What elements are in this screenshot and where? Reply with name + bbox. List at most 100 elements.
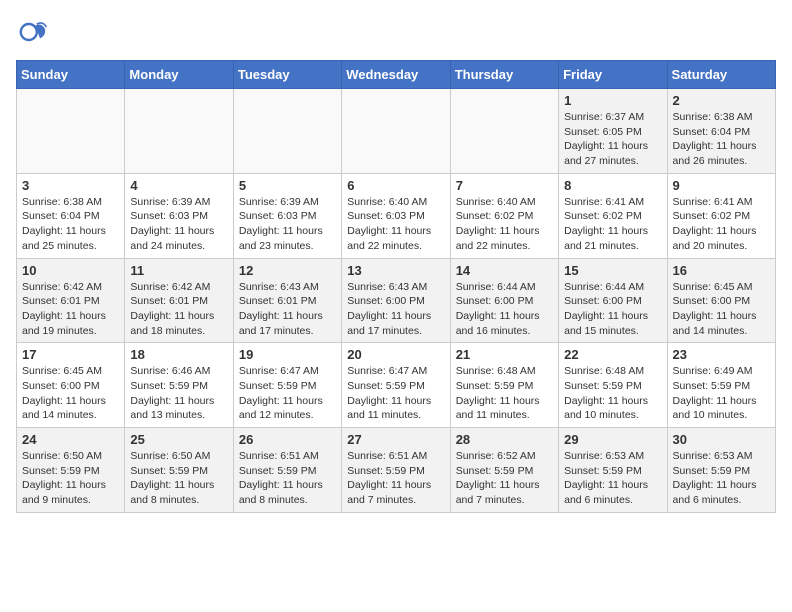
day-number: 11 — [130, 263, 227, 278]
calendar-cell: 13 Sunrise: 6:43 AM Sunset: 6:00 PM Dayli… — [342, 258, 450, 343]
day-number: 1 — [564, 93, 661, 108]
calendar-cell: 21 Sunrise: 6:48 AM Sunset: 5:59 PM Dayli… — [450, 343, 558, 428]
day-info: Sunrise: 6:53 AM Sunset: 5:59 PM Dayligh… — [673, 449, 770, 508]
header-sunday: Sunday — [17, 61, 125, 89]
calendar-week-4: 24 Sunrise: 6:50 AM Sunset: 5:59 PM Dayli… — [17, 428, 776, 513]
day-info: Sunrise: 6:47 AM Sunset: 5:59 PM Dayligh… — [239, 364, 336, 423]
calendar-cell: 5 Sunrise: 6:39 AM Sunset: 6:03 PM Daylig… — [233, 173, 341, 258]
calendar-cell: 7 Sunrise: 6:40 AM Sunset: 6:02 PM Daylig… — [450, 173, 558, 258]
day-number: 14 — [456, 263, 553, 278]
logo — [16, 16, 52, 48]
day-info: Sunrise: 6:45 AM Sunset: 6:00 PM Dayligh… — [673, 280, 770, 339]
calendar-cell: 11 Sunrise: 6:42 AM Sunset: 6:01 PM Dayli… — [125, 258, 233, 343]
day-info: Sunrise: 6:38 AM Sunset: 6:04 PM Dayligh… — [22, 195, 119, 254]
logo-icon — [16, 16, 48, 48]
day-info: Sunrise: 6:41 AM Sunset: 6:02 PM Dayligh… — [673, 195, 770, 254]
day-info: Sunrise: 6:37 AM Sunset: 6:05 PM Dayligh… — [564, 110, 661, 169]
day-number: 3 — [22, 178, 119, 193]
day-number: 15 — [564, 263, 661, 278]
day-info: Sunrise: 6:49 AM Sunset: 5:59 PM Dayligh… — [673, 364, 770, 423]
day-info: Sunrise: 6:45 AM Sunset: 6:00 PM Dayligh… — [22, 364, 119, 423]
calendar-cell: 16 Sunrise: 6:45 AM Sunset: 6:00 PM Dayli… — [667, 258, 775, 343]
header-tuesday: Tuesday — [233, 61, 341, 89]
calendar-cell: 26 Sunrise: 6:51 AM Sunset: 5:59 PM Dayli… — [233, 428, 341, 513]
day-info: Sunrise: 6:39 AM Sunset: 6:03 PM Dayligh… — [130, 195, 227, 254]
day-number: 13 — [347, 263, 444, 278]
day-info: Sunrise: 6:48 AM Sunset: 5:59 PM Dayligh… — [564, 364, 661, 423]
day-info: Sunrise: 6:38 AM Sunset: 6:04 PM Dayligh… — [673, 110, 770, 169]
calendar-cell: 10Sunrise: 6:42 AM Sunset: 6:01 PM Dayli… — [17, 258, 125, 343]
calendar-cell: 17Sunrise: 6:45 AM Sunset: 6:00 PM Dayli… — [17, 343, 125, 428]
day-number: 23 — [673, 347, 770, 362]
calendar-cell: 19 Sunrise: 6:47 AM Sunset: 5:59 PM Dayli… — [233, 343, 341, 428]
day-number: 12 — [239, 263, 336, 278]
day-info: Sunrise: 6:47 AM Sunset: 5:59 PM Dayligh… — [347, 364, 444, 423]
calendar-header-row: SundayMondayTuesdayWednesdayThursdayFrid… — [17, 61, 776, 89]
calendar-week-1: 3 Sunrise: 6:38 AM Sunset: 6:04 PM Daylig… — [17, 173, 776, 258]
day-info: Sunrise: 6:48 AM Sunset: 5:59 PM Dayligh… — [456, 364, 553, 423]
day-number: 24 — [22, 432, 119, 447]
day-info: Sunrise: 6:39 AM Sunset: 6:03 PM Dayligh… — [239, 195, 336, 254]
header-friday: Friday — [559, 61, 667, 89]
calendar-cell: 27 Sunrise: 6:51 AM Sunset: 5:59 PM Dayli… — [342, 428, 450, 513]
day-number: 5 — [239, 178, 336, 193]
day-number: 25 — [130, 432, 227, 447]
day-number: 20 — [347, 347, 444, 362]
day-info: Sunrise: 6:51 AM Sunset: 5:59 PM Dayligh… — [239, 449, 336, 508]
calendar-cell: 22 Sunrise: 6:48 AM Sunset: 5:59 PM Dayli… — [559, 343, 667, 428]
day-number: 30 — [673, 432, 770, 447]
calendar-cell: 25 Sunrise: 6:50 AM Sunset: 5:59 PM Dayli… — [125, 428, 233, 513]
day-info: Sunrise: 6:42 AM Sunset: 6:01 PM Dayligh… — [22, 280, 119, 339]
calendar-cell: 9 Sunrise: 6:41 AM Sunset: 6:02 PM Daylig… — [667, 173, 775, 258]
calendar-cell: 3 Sunrise: 6:38 AM Sunset: 6:04 PM Daylig… — [17, 173, 125, 258]
calendar-cell — [450, 89, 558, 174]
day-info: Sunrise: 6:43 AM Sunset: 6:01 PM Dayligh… — [239, 280, 336, 339]
calendar-table: SundayMondayTuesdayWednesdayThursdayFrid… — [16, 60, 776, 513]
calendar-cell: 15 Sunrise: 6:44 AM Sunset: 6:00 PM Dayli… — [559, 258, 667, 343]
day-number: 9 — [673, 178, 770, 193]
day-number: 2 — [673, 93, 770, 108]
day-number: 4 — [130, 178, 227, 193]
calendar-cell: 2 Sunrise: 6:38 AM Sunset: 6:04 PM Daylig… — [667, 89, 775, 174]
calendar-cell: 23 Sunrise: 6:49 AM Sunset: 5:59 PM Dayli… — [667, 343, 775, 428]
day-info: Sunrise: 6:42 AM Sunset: 6:01 PM Dayligh… — [130, 280, 227, 339]
page-header — [16, 16, 776, 48]
calendar-week-0: 1 Sunrise: 6:37 AM Sunset: 6:05 PM Daylig… — [17, 89, 776, 174]
day-info: Sunrise: 6:46 AM Sunset: 5:59 PM Dayligh… — [130, 364, 227, 423]
calendar-cell — [233, 89, 341, 174]
day-number: 21 — [456, 347, 553, 362]
calendar-week-3: 17Sunrise: 6:45 AM Sunset: 6:00 PM Dayli… — [17, 343, 776, 428]
day-number: 18 — [130, 347, 227, 362]
day-number: 8 — [564, 178, 661, 193]
day-info: Sunrise: 6:51 AM Sunset: 5:59 PM Dayligh… — [347, 449, 444, 508]
calendar-cell: 18 Sunrise: 6:46 AM Sunset: 5:59 PM Dayli… — [125, 343, 233, 428]
day-number: 7 — [456, 178, 553, 193]
day-number: 27 — [347, 432, 444, 447]
day-number: 19 — [239, 347, 336, 362]
calendar-cell: 24Sunrise: 6:50 AM Sunset: 5:59 PM Dayli… — [17, 428, 125, 513]
header-monday: Monday — [125, 61, 233, 89]
day-info: Sunrise: 6:43 AM Sunset: 6:00 PM Dayligh… — [347, 280, 444, 339]
day-info: Sunrise: 6:44 AM Sunset: 6:00 PM Dayligh… — [564, 280, 661, 339]
day-number: 6 — [347, 178, 444, 193]
header-saturday: Saturday — [667, 61, 775, 89]
calendar-cell: 28 Sunrise: 6:52 AM Sunset: 5:59 PM Dayli… — [450, 428, 558, 513]
header-thursday: Thursday — [450, 61, 558, 89]
calendar-cell: 30 Sunrise: 6:53 AM Sunset: 5:59 PM Dayli… — [667, 428, 775, 513]
calendar-cell — [17, 89, 125, 174]
day-number: 16 — [673, 263, 770, 278]
calendar-cell: 1 Sunrise: 6:37 AM Sunset: 6:05 PM Daylig… — [559, 89, 667, 174]
calendar-cell: 20 Sunrise: 6:47 AM Sunset: 5:59 PM Dayli… — [342, 343, 450, 428]
calendar-cell: 12 Sunrise: 6:43 AM Sunset: 6:01 PM Dayli… — [233, 258, 341, 343]
day-info: Sunrise: 6:52 AM Sunset: 5:59 PM Dayligh… — [456, 449, 553, 508]
day-number: 22 — [564, 347, 661, 362]
day-info: Sunrise: 6:53 AM Sunset: 5:59 PM Dayligh… — [564, 449, 661, 508]
day-number: 29 — [564, 432, 661, 447]
day-info: Sunrise: 6:44 AM Sunset: 6:00 PM Dayligh… — [456, 280, 553, 339]
day-number: 28 — [456, 432, 553, 447]
day-info: Sunrise: 6:40 AM Sunset: 6:02 PM Dayligh… — [456, 195, 553, 254]
day-number: 26 — [239, 432, 336, 447]
day-info: Sunrise: 6:50 AM Sunset: 5:59 PM Dayligh… — [130, 449, 227, 508]
calendar-cell: 29 Sunrise: 6:53 AM Sunset: 5:59 PM Dayli… — [559, 428, 667, 513]
calendar-cell — [342, 89, 450, 174]
